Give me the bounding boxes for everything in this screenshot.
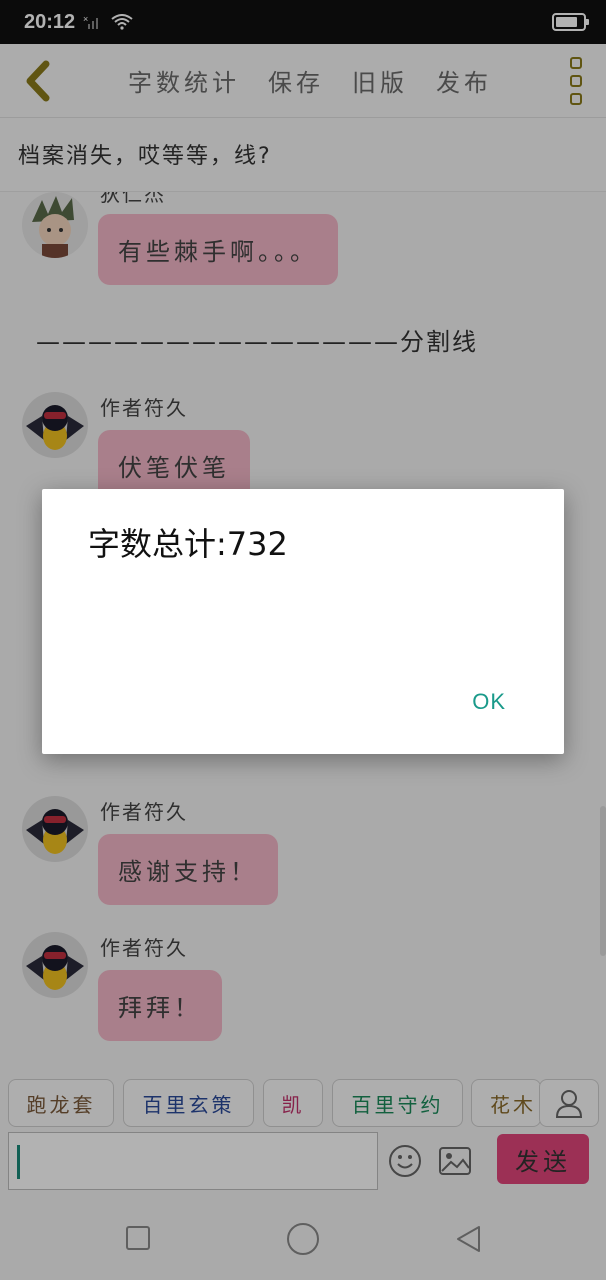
dialog-message: 字数总计:732 <box>88 525 288 563</box>
ok-button[interactable]: OK <box>472 689 506 715</box>
word-count-dialog: 字数总计:732 OK <box>42 489 564 754</box>
